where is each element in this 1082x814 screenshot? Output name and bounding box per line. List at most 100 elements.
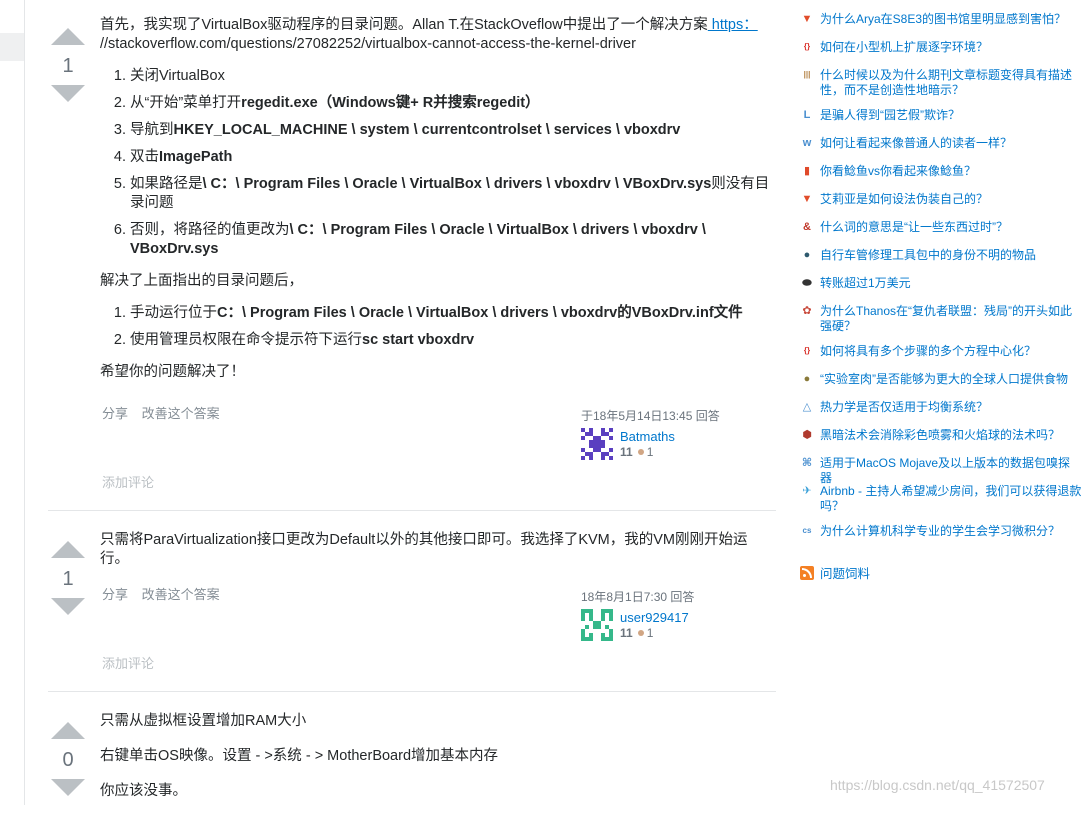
stackoverflow-link[interactable]: https： (708, 17, 758, 33)
vote-controls: 1 (48, 541, 88, 615)
hot-question-title[interactable]: “实验室肉”是否能够为更大的全球人口提供食物 (820, 372, 1082, 387)
improve-answer-link[interactable]: 改善这个答案 (142, 406, 220, 421)
hot-question-title[interactable]: 什么时候以及为什么期刊文章标题变得具有描述性，而不是创造性地暗示？ (820, 68, 1082, 98)
cs-icon: cs (802, 526, 812, 535)
step-bold: \ C：\ Program Files \ Oracle \ VirtualBo… (202, 176, 712, 192)
answer-text: 只需从虚拟框设置增加RAM大小 (100, 713, 307, 729)
add-comment-link[interactable]: 添加评论 (102, 472, 154, 491)
bronze-badge-icon (637, 449, 644, 455)
hot-question-item[interactable]: {} 如何在小型机上扩展逐字环境？ (800, 40, 1082, 55)
upvote-arrow-icon[interactable] (51, 541, 85, 558)
hot-question-title[interactable]: 黑暗法术会消除彩色喷雾和火焰球的法术吗？ (820, 428, 1082, 443)
intro-text: 首先，我实现了VirtualBox驱动程序的目录问题。Allan T.在Stac… (100, 17, 708, 33)
step-bold: sc start vboxdrv (362, 332, 475, 348)
watermark: https://blog.csdn.net/qq_41572507 (830, 777, 1045, 793)
hot-question-item[interactable]: ▼ 艾莉亚是如何设法伪装自己的？ (800, 192, 1082, 207)
step-text: 双击 (130, 149, 159, 165)
post-actions: 分享 改善这个答案 (102, 584, 230, 603)
user-name[interactable]: Batmaths (620, 429, 675, 445)
step-text: 关闭VirtualBox (130, 68, 225, 84)
feed-label: 问题饲料 (820, 567, 871, 581)
hot-question-item[interactable]: ✈ Airbnb - 主持人希望减少房间，我们可以获得退款吗？ (800, 484, 1082, 514)
hot-question-title[interactable]: 为什么Arya在S8E3的图书馆里明显感到害怕？ (820, 12, 1082, 27)
hot-question-title[interactable]: 为什么Thanos在“复仇者联盟：残局”的开头如此强硬？ (820, 304, 1082, 334)
hot-question-item[interactable]: ||| 什么时候以及为什么期刊文章标题变得具有描述性，而不是创造性地暗示？ (800, 68, 1082, 98)
share-link[interactable]: 分享 (102, 406, 128, 421)
add-comment-link[interactable]: 添加评论 (102, 653, 154, 672)
hot-question-title[interactable]: 为什么计算机科学专业的学生会学习微积分？ (820, 524, 1082, 539)
answer-intro: 首先，我实现了VirtualBox驱动程序的目录问题。Allan T.在Stac… (100, 16, 772, 54)
hot-question-title[interactable]: 自行车管修理工具包中的身份不明的物品 (820, 248, 1082, 263)
avatar[interactable] (581, 609, 613, 641)
downvote-arrow-icon[interactable] (51, 598, 85, 615)
physics-icon: △ (802, 401, 812, 413)
upvote-arrow-icon[interactable] (51, 28, 85, 45)
left-nav-edge (0, 0, 25, 805)
answer-text: 你应该没事。 (100, 783, 187, 799)
hot-question-title[interactable]: 你看鲶鱼vs你看起来像鲶鱼？ (820, 164, 1082, 179)
left-nav-active-tab[interactable] (0, 33, 24, 61)
hot-question-item[interactable]: ⬢ 黑暗法术会消除彩色喷雾和火焰球的法术吗？ (800, 428, 1082, 443)
hot-question-item[interactable]: ✿ 为什么Thanos在“复仇者联盟：残局”的开头如此强硬？ (800, 304, 1082, 334)
hot-question-item[interactable]: {} 如何将具有多个步骤的多个方程中心化？ (800, 344, 1082, 359)
downvote-arrow-icon[interactable] (51, 779, 85, 796)
bronze-count: 1 (646, 626, 654, 640)
bronze-badge-icon (637, 630, 644, 636)
vote-count: 1 (62, 55, 74, 77)
hot-question-item[interactable]: ● 自行车管修理工具包中的身份不明的物品 (800, 248, 1082, 263)
step-text: （Windows键+ R并搜索regedit） (317, 95, 540, 111)
money-icon: ⬬ (802, 277, 812, 289)
scifi-icon: ▼ (801, 193, 813, 205)
hot-question-item[interactable]: w 如何让看起来像普通人的读者一样？ (800, 136, 1082, 151)
share-link[interactable]: 分享 (102, 587, 128, 602)
hot-question-title[interactable]: 转账超过1万美元 (820, 276, 1082, 291)
worldbuilding-icon: ● (803, 373, 811, 385)
hot-question-item[interactable]: ● “实验室肉”是否能够为更大的全球人口提供食物 (800, 372, 1082, 387)
list-item: 否则，将路径的值更改为\ C：\ Program Files \ Oracle … (130, 221, 772, 259)
bookmark-icon: ▮ (803, 165, 811, 177)
user-details: Batmaths 11 1 (620, 429, 675, 459)
hot-question-item[interactable]: ⌘ 适用于MacOS Mojave及以上版本的数据包嗅探器 (800, 456, 1082, 486)
downvote-arrow-icon[interactable] (51, 85, 85, 102)
step-bold: regedit.exe (241, 95, 318, 111)
hot-question-title[interactable]: 是骗人得到“园艺假”欺诈？ (820, 108, 1082, 123)
books-icon: ||| (803, 70, 811, 79)
user-name[interactable]: user929417 (620, 610, 689, 626)
apple-cmd-icon: ⌘ (801, 457, 813, 469)
list-item: 从“开始”菜单打开regedit.exe（Windows键+ R并搜索reged… (130, 94, 772, 113)
answer-3: 0 只需从虚拟框设置增加RAM大小 右键单击OS映像。设置 - >系统 - > … (48, 692, 776, 805)
hot-question-title[interactable]: 什么词的意思是“让一些东西过时”？ (820, 220, 1082, 235)
closing-text: 希望你的问题解决了！ (100, 364, 245, 380)
post-actions: 分享 改善这个答案 (102, 403, 230, 422)
hot-question-title[interactable]: 如何让看起来像普通人的读者一样？ (820, 136, 1082, 151)
answer-2: 1 只需将ParaVirtualization接口更改为Default以外的其他… (48, 511, 776, 692)
answered-time: 于18年5月14日13:45 回答 (581, 409, 720, 423)
link-rest: //stackoverflow.com/questions/27082252/v… (100, 36, 636, 52)
movies-icon: ✿ (802, 305, 812, 317)
hot-question-title[interactable]: 如何在小型机上扩展逐字环境？ (820, 40, 1082, 55)
user-info: Batmaths 11 1 (581, 428, 771, 460)
hot-question-title[interactable]: 热力学是否仅适用于均衡系统？ (820, 400, 1082, 415)
hot-question-item[interactable]: ⬬ 转账超过1万美元 (800, 276, 1082, 291)
hot-question-item[interactable]: △ 热力学是否仅适用于均衡系统？ (800, 400, 1082, 415)
hot-question-item[interactable]: ▮ 你看鲶鱼vs你看起来像鲶鱼？ (800, 164, 1082, 179)
user-info: user929417 11 1 (581, 609, 771, 641)
upvote-arrow-icon[interactable] (51, 722, 85, 739)
question-feed-link[interactable]: 问题饲料 (800, 563, 870, 582)
hot-question-title[interactable]: 如何将具有多个步骤的多个方程中心化？ (820, 344, 1082, 359)
hot-question-title[interactable]: 适用于MacOS Mojave及以上版本的数据包嗅探器 (820, 456, 1082, 486)
vote-count: 1 (62, 568, 74, 590)
answer-body: 只需将ParaVirtualization接口更改为Default以外的其他接口… (100, 531, 772, 582)
hot-question-item[interactable]: & 什么词的意思是“让一些东西过时”？ (800, 220, 1082, 235)
step-text: 否则，将路径的值更改为 (130, 222, 290, 238)
hot-question-item[interactable]: cs 为什么计算机科学专业的学生会学习微积分？ (800, 524, 1082, 539)
hot-question-title[interactable]: 艾莉亚是如何设法伪装自己的？ (820, 192, 1082, 207)
avatar[interactable] (581, 428, 613, 460)
hot-question-item[interactable]: ▼ 为什么Arya在S8E3的图书馆里明显感到害怕？ (800, 12, 1082, 27)
hot-question-title[interactable]: Airbnb - 主持人希望减少房间，我们可以获得退款吗？ (820, 484, 1082, 514)
answer-body: 只需从虚拟框设置增加RAM大小 右键单击OS映像。设置 - >系统 - > Mo… (100, 712, 772, 814)
improve-answer-link[interactable]: 改善这个答案 (142, 587, 220, 602)
hot-question-item[interactable]: L 是骗人得到“园艺假”欺诈？ (800, 108, 1082, 123)
step-bold: C：\ Program Files \ Oracle \ VirtualBox … (217, 305, 743, 321)
answer-1: 1 首先，我实现了VirtualBox驱动程序的目录问题。Allan T.在St… (48, 0, 776, 511)
